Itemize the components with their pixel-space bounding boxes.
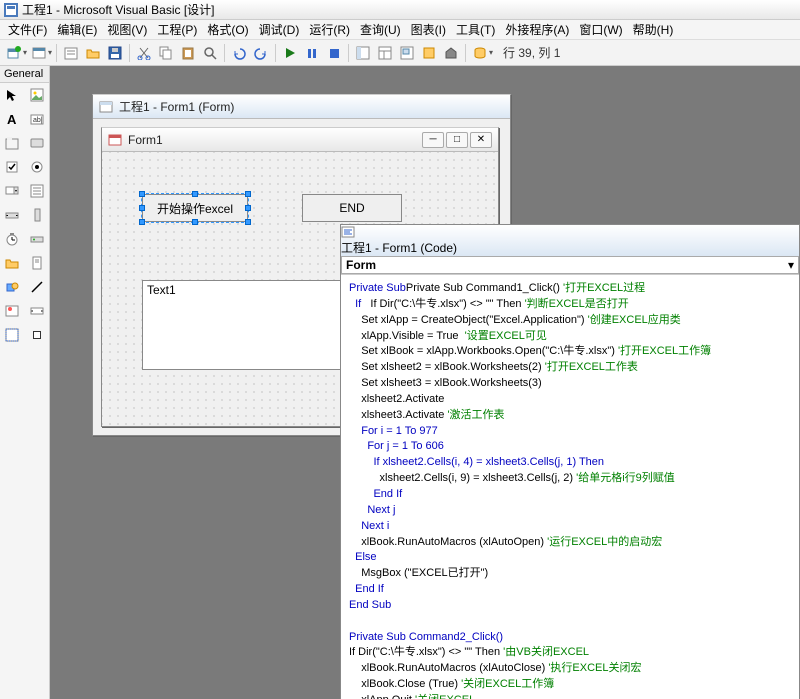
separator xyxy=(224,44,225,62)
code-window[interactable]: 工程1 - Form1 (Code) Form ▾ Private SubPriv… xyxy=(340,224,800,699)
text1-value: Text1 xyxy=(147,283,176,297)
code-icon xyxy=(341,225,799,239)
separator xyxy=(348,44,349,62)
menu-run[interactable]: 运行(R) xyxy=(305,19,354,40)
toolbar: ▾ ▾ ▾ 行 39, 列 1 xyxy=(0,40,800,66)
toolbox-header: General xyxy=(0,66,49,83)
line-tool[interactable] xyxy=(25,275,50,299)
open-button[interactable] xyxy=(83,43,103,63)
vscrollbar-tool[interactable] xyxy=(25,203,50,227)
cursor-position: 行 39, 列 1 xyxy=(503,44,560,61)
menu-file[interactable]: 文件(F) xyxy=(4,19,51,40)
text1-textbox[interactable]: Text1 xyxy=(142,280,342,370)
app-title: 工程1 - Microsoft Visual Basic [设计] xyxy=(22,1,215,18)
undo-button[interactable] xyxy=(229,43,249,63)
app-icon xyxy=(4,3,18,17)
dropdown-icon[interactable]: ▾ xyxy=(23,48,27,57)
frame-tool[interactable] xyxy=(0,131,25,155)
separator xyxy=(465,44,466,62)
cut-button[interactable] xyxy=(134,43,154,63)
separator xyxy=(275,44,276,62)
textbox-tool[interactable]: ab| xyxy=(25,107,50,131)
combobox-tool[interactable] xyxy=(0,179,25,203)
chevron-down-icon: ▾ xyxy=(788,258,794,272)
stop-button[interactable] xyxy=(324,43,344,63)
menu-query[interactable]: 查询(U) xyxy=(356,19,405,40)
menu-tools[interactable]: 工具(T) xyxy=(452,19,499,40)
code-window-titlebar[interactable]: 工程1 - Form1 (Code) xyxy=(341,225,799,256)
checkbox-tool[interactable] xyxy=(0,155,25,179)
form-caption: Form1 xyxy=(128,133,422,147)
run-button[interactable] xyxy=(280,43,300,63)
listbox-tool[interactable] xyxy=(25,179,50,203)
form-preview-titlebar[interactable]: Form1 ─ □ ✕ xyxy=(102,128,498,152)
menu-format[interactable]: 格式(O) xyxy=(203,19,252,40)
form-icon xyxy=(99,100,113,114)
menu-editor-button[interactable] xyxy=(61,43,81,63)
add-form-button[interactable] xyxy=(29,43,49,63)
properties-button[interactable] xyxy=(375,43,395,63)
object-combo-value: Form xyxy=(346,258,376,272)
menu-window[interactable]: 窗口(W) xyxy=(575,19,626,40)
form-layout-button[interactable] xyxy=(397,43,417,63)
code-combos: Form ▾ xyxy=(341,256,799,275)
dropdown-icon[interactable]: ▾ xyxy=(48,48,52,57)
timer-tool[interactable] xyxy=(0,227,25,251)
toolbox-button[interactable] xyxy=(441,43,461,63)
menu-chart[interactable]: 图表(I) xyxy=(407,19,450,40)
data-view-button[interactable] xyxy=(470,43,490,63)
save-button[interactable] xyxy=(105,43,125,63)
form-designer-titlebar[interactable]: 工程1 - Form1 (Form) xyxy=(93,95,510,119)
app-titlebar: 工程1 - Microsoft Visual Basic [设计] xyxy=(0,0,800,20)
object-browser-button[interactable] xyxy=(419,43,439,63)
paste-button[interactable] xyxy=(178,43,198,63)
toolbox-panel: General A ab| xyxy=(0,66,50,699)
label-tool[interactable]: A xyxy=(0,107,25,131)
command1-button[interactable]: 开始操作excel xyxy=(142,194,248,222)
menu-help[interactable]: 帮助(H) xyxy=(629,19,678,40)
object-combo[interactable]: Form ▾ xyxy=(341,256,799,274)
separator xyxy=(56,44,57,62)
dirlistbox-tool[interactable] xyxy=(0,251,25,275)
optionbutton-tool[interactable] xyxy=(25,155,50,179)
code-window-title: 工程1 - Form1 (Code) xyxy=(341,241,457,255)
form-icon xyxy=(108,133,122,147)
command2-button[interactable]: END xyxy=(302,194,402,222)
menu-addins[interactable]: 外接程序(A) xyxy=(501,19,573,40)
hscrollbar-tool[interactable] xyxy=(0,203,25,227)
command2-caption: END xyxy=(339,201,364,215)
unknown-tool[interactable] xyxy=(25,323,50,347)
project-explorer-button[interactable] xyxy=(353,43,373,63)
code-editor[interactable]: Private SubPrivate Sub Command1_Click() … xyxy=(341,275,799,699)
menu-view[interactable]: 视图(V) xyxy=(103,19,151,40)
shape-tool[interactable] xyxy=(0,275,25,299)
svg-text:ab|: ab| xyxy=(33,117,43,124)
pause-button[interactable] xyxy=(302,43,322,63)
drivelistbox-tool[interactable] xyxy=(25,227,50,251)
data-tool[interactable] xyxy=(25,299,50,323)
minimize-button[interactable]: ─ xyxy=(422,132,444,148)
image-tool[interactable] xyxy=(0,299,25,323)
menu-edit[interactable]: 编辑(E) xyxy=(53,19,101,40)
copy-button[interactable] xyxy=(156,43,176,63)
find-button[interactable] xyxy=(200,43,220,63)
picturebox-tool[interactable] xyxy=(25,83,50,107)
dropdown-icon[interactable]: ▾ xyxy=(489,48,493,57)
redo-button[interactable] xyxy=(251,43,271,63)
commandbutton-tool[interactable] xyxy=(25,131,50,155)
mdi-client-area: 工程1 - Form1 (Form) Form1 ─ □ ✕ xyxy=(50,66,800,699)
separator xyxy=(129,44,130,62)
pointer-tool[interactable] xyxy=(0,83,25,107)
maximize-button[interactable]: □ xyxy=(446,132,468,148)
command1-caption: 开始操作excel xyxy=(157,200,233,217)
filelistbox-tool[interactable] xyxy=(25,251,50,275)
menubar: 文件(F) 编辑(E) 视图(V) 工程(P) 格式(O) 调试(D) 运行(R… xyxy=(0,20,800,40)
menu-project[interactable]: 工程(P) xyxy=(153,19,201,40)
ole-tool[interactable] xyxy=(0,323,25,347)
form-designer-title: 工程1 - Form1 (Form) xyxy=(119,98,504,115)
menu-debug[interactable]: 调试(D) xyxy=(255,19,304,40)
svg-text:A: A xyxy=(7,112,17,126)
close-button[interactable]: ✕ xyxy=(470,132,492,148)
add-project-button[interactable] xyxy=(4,43,24,63)
